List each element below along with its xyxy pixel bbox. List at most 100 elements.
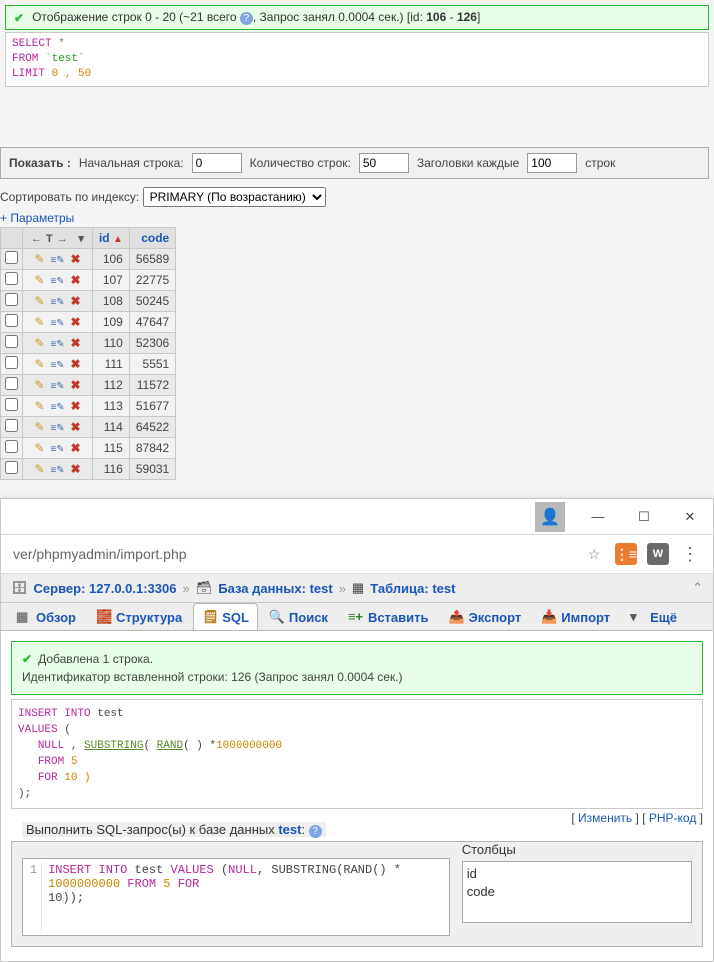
row-checkbox[interactable] (5, 314, 18, 327)
edit-icon[interactable]: ✎ (32, 462, 46, 476)
collapse-panel-icon[interactable]: ⌃ (692, 580, 703, 596)
column-option-id[interactable]: id (467, 865, 687, 883)
cell-id: 109 (92, 312, 129, 333)
inline-edit-icon[interactable]: ≡✎ (50, 297, 64, 308)
row-checkbox[interactable] (5, 440, 18, 453)
inline-edit-icon[interactable]: ≡✎ (50, 339, 64, 350)
delete-icon[interactable]: ✖ (68, 378, 82, 392)
column-id-header[interactable]: id ▲ (92, 228, 129, 249)
extension-w-icon[interactable]: W (647, 543, 669, 565)
breadcrumb-database[interactable]: База данных: test (218, 581, 332, 596)
results-table: ←T→ ▾ id ▲ code ✎≡✎✖10656589✎≡✎✖10722775… (0, 227, 176, 480)
edit-icon[interactable]: ✎ (32, 294, 46, 308)
delete-icon[interactable]: ✖ (68, 273, 82, 287)
url-text[interactable]: ver/phpmyadmin/import.php (13, 546, 573, 562)
inline-edit-icon[interactable]: ≡✎ (50, 360, 64, 371)
edit-icon[interactable]: ✎ (32, 273, 46, 287)
breadcrumb-server[interactable]: Сервер: 127.0.0.1:3306 (34, 581, 177, 596)
rows-suffix-label: строк (585, 156, 615, 170)
close-button[interactable]: ✕ (667, 499, 713, 535)
user-avatar-icon[interactable]: 👤 (535, 502, 565, 532)
sort-asc-icon: ▲ (113, 234, 123, 245)
bookmark-star-icon[interactable]: ☆ (583, 543, 605, 565)
row-checkbox[interactable] (5, 356, 18, 369)
breadcrumb: 🗄 Сервер: 127.0.0.1:3306 » 🗃 База данных… (1, 574, 713, 603)
column-code-header[interactable]: code (129, 228, 175, 249)
help-icon[interactable]: ? (309, 825, 322, 838)
toggle-parameters-link[interactable]: + Параметры (0, 211, 714, 225)
show-controls-row: Показать : Начальная строка: Количество … (0, 147, 709, 179)
edit-icon[interactable]: ✎ (32, 315, 46, 329)
maximize-button[interactable]: ☐ (621, 499, 667, 535)
inline-edit-icon[interactable]: ≡✎ (50, 318, 64, 329)
tab-sql[interactable]: 🗒SQL (193, 603, 258, 630)
row-checkbox[interactable] (5, 419, 18, 432)
inline-edit-icon[interactable]: ≡✎ (50, 381, 64, 392)
sort-t-icon[interactable]: T (44, 233, 55, 245)
browser-menu-icon[interactable]: ⋮ (679, 543, 701, 565)
inline-edit-icon[interactable]: ≡✎ (50, 402, 64, 413)
inline-edit-icon[interactable]: ≡✎ (50, 276, 64, 287)
edit-icon[interactable]: ✎ (32, 336, 46, 350)
breadcrumb-table[interactable]: Таблица: test (370, 581, 455, 596)
inline-edit-icon[interactable]: ≡✎ (50, 423, 64, 434)
tab-insert[interactable]: ≡+Вставить (339, 603, 438, 630)
delete-icon[interactable]: ✖ (68, 399, 82, 413)
delete-icon[interactable]: ✖ (68, 252, 82, 266)
delete-icon[interactable]: ✖ (68, 357, 82, 371)
column-option-code[interactable]: code (467, 883, 687, 901)
table-row: ✎≡✎✖10656589 (1, 249, 176, 270)
edit-icon[interactable]: ✎ (32, 378, 46, 392)
minimize-button[interactable]: — (575, 499, 621, 535)
browser-window: 👤 — ☐ ✕ ver/phpmyadmin/import.php ☆ ⋮≡ W… (0, 498, 714, 962)
editor-code[interactable]: INSERT INTO test VALUES (NULL, SUBSTRING… (42, 863, 445, 931)
delete-icon[interactable]: ✖ (68, 294, 82, 308)
tab-search[interactable]: 🔍Поиск (260, 603, 337, 630)
row-checkbox[interactable] (5, 461, 18, 474)
cell-code: 22775 (129, 270, 175, 291)
row-checkbox[interactable] (5, 272, 18, 285)
sort-by-label: Сортировать по индексу: (0, 190, 139, 204)
chevron-down-icon[interactable]: ▾ (76, 233, 86, 245)
sort-index-select[interactable]: PRIMARY (По возрастанию) (143, 187, 326, 207)
row-checkbox[interactable] (5, 398, 18, 411)
row-count-input[interactable] (359, 153, 409, 173)
tab-browse[interactable]: ▦Обзор (7, 603, 85, 630)
delete-icon[interactable]: ✖ (68, 462, 82, 476)
delete-icon[interactable]: ✖ (68, 315, 82, 329)
php-code-link[interactable]: PHP-код (649, 811, 696, 825)
edit-icon[interactable]: ✎ (32, 420, 46, 434)
row-checkbox[interactable] (5, 377, 18, 390)
inline-edit-icon[interactable]: ≡✎ (50, 465, 64, 476)
address-bar-row: ver/phpmyadmin/import.php ☆ ⋮≡ W ⋮ (1, 535, 713, 574)
start-row-input[interactable] (192, 153, 242, 173)
tab-structure[interactable]: 🧱Структура (87, 603, 191, 630)
tab-more[interactable]: ▾Ещё (621, 603, 686, 630)
tab-export[interactable]: 📤Экспорт (440, 603, 531, 630)
columns-listbox[interactable]: id code (462, 861, 692, 923)
inline-edit-icon[interactable]: ≡✎ (50, 255, 64, 266)
arrow-right-icon[interactable]: → (55, 233, 70, 245)
table-row: ✎≡✎✖11464522 (1, 417, 176, 438)
tab-import[interactable]: 📥Импорт (532, 603, 619, 630)
export-icon: 📤 (449, 609, 465, 625)
delete-icon[interactable]: ✖ (68, 336, 82, 350)
arrow-left-icon[interactable]: ← (29, 233, 44, 245)
edit-sql-link[interactable]: Изменить (578, 811, 632, 825)
delete-icon[interactable]: ✖ (68, 441, 82, 455)
edit-icon[interactable]: ✎ (32, 357, 46, 371)
edit-icon[interactable]: ✎ (32, 399, 46, 413)
extension-orange-icon[interactable]: ⋮≡ (615, 543, 637, 565)
row-checkbox[interactable] (5, 293, 18, 306)
edit-icon[interactable]: ✎ (32, 441, 46, 455)
delete-icon[interactable]: ✖ (68, 420, 82, 434)
row-checkbox[interactable] (5, 335, 18, 348)
edit-icon[interactable]: ✎ (32, 252, 46, 266)
help-icon[interactable]: ? (240, 12, 253, 25)
row-checkbox[interactable] (5, 251, 18, 264)
structure-icon: 🧱 (96, 609, 112, 625)
inline-edit-icon[interactable]: ≡✎ (50, 444, 64, 455)
sql-editor[interactable]: 1 INSERT INTO test VALUES (NULL, SUBSTRI… (22, 858, 450, 936)
database-icon: 🗃 (196, 580, 213, 596)
headers-every-input[interactable] (527, 153, 577, 173)
